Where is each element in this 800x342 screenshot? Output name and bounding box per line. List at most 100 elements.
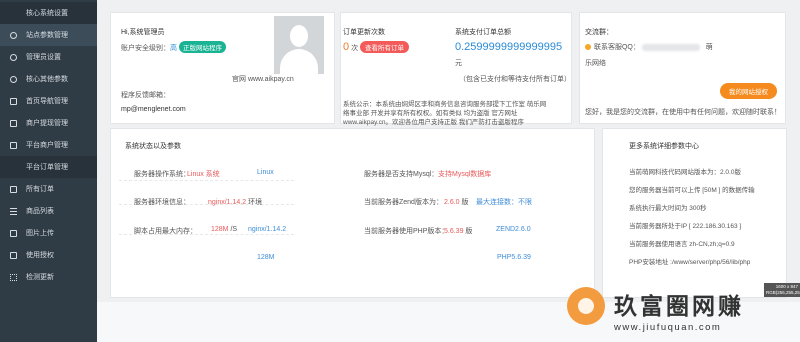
sidebar-item-label: 所有订单 (26, 186, 54, 193)
watermark-logo-icon (567, 287, 605, 325)
order-updates-label: 订单更新次数 (343, 29, 385, 36)
list-icon (9, 207, 17, 215)
sidebar-item-site-params[interactable]: 站点参数管理 (0, 24, 97, 46)
square-icon (9, 251, 17, 259)
detail-line: 您的服务器当前可以上传 [50M ] 的数据传输 (629, 187, 755, 194)
sidebar-item-all-orders[interactable]: 所有订单 (0, 178, 97, 200)
os-value: Linux 系统 (187, 171, 220, 178)
sidebar-item-core-settings[interactable]: 核心系统设置 (0, 2, 97, 24)
mysql-value: 支持Mysql数据库 (438, 171, 492, 178)
memory-value: 128M (211, 226, 229, 233)
security-row: 账户安全级别：高 正版网站程序 (121, 41, 226, 53)
circle-icon (9, 53, 17, 61)
sidebar-item-label: 使用授权 (26, 252, 54, 259)
view-all-orders-button[interactable]: 查看所有订单 (360, 41, 410, 53)
avatar (274, 16, 324, 74)
dots-icon (9, 273, 17, 281)
sidebar-item-withdraw[interactable]: 商户提现管理 (0, 112, 97, 134)
total-amount-note: （包含已支付和等待支付所有订单） (459, 76, 571, 83)
feedback-label: 程序反馈邮箱： (121, 92, 170, 99)
zend-label: 当前服务器Zend版本为： (364, 199, 443, 206)
watermark-url: www.jiufuquan.com (614, 322, 722, 333)
zend-value: 2.6.0 (444, 199, 460, 206)
detail-line: 系统执行最大时间为 300秒 (629, 205, 707, 212)
sidebar-item-label: 站点参数管理 (26, 32, 68, 39)
square-icon (9, 229, 17, 237)
memory-unit: /S (230, 226, 238, 233)
total-amount-label: 系统支付订单总额 (455, 29, 511, 36)
sidebar-item-label: 商户提现管理 (26, 120, 68, 127)
square-icon (9, 97, 17, 105)
admin-card: Hi,系统管理员 账户安全级别：高 正版网站程序 官网 www.aikpay.c… (110, 12, 335, 124)
sidebar-item-label: 检测更新 (26, 274, 54, 281)
detail-line: 当前萌网科技代码网站版本为：2.0.0版 (629, 169, 741, 176)
status-title: 系统状态以及参数 (125, 143, 181, 150)
circle-icon (9, 75, 17, 83)
qq-brand: 萌 (705, 44, 713, 51)
sidebar-item-check-update[interactable]: 检测更新 (0, 266, 97, 288)
sidebar-item-label: 平台商户管理 (26, 142, 68, 149)
sidebar-item-label: 图片上传 (26, 230, 54, 237)
env-unit: 环境 (248, 199, 263, 206)
sidebar-item-label: 商品列表 (26, 208, 54, 215)
watermark-title: 玖富圈网赚 (614, 294, 744, 320)
memory-summary: 128M (257, 254, 275, 261)
order-updates-value: 0 次 查看所有订单 (343, 41, 410, 53)
admin-greeting: Hi,系统管理员 (121, 29, 165, 36)
os-label: 服务器操作系统： (134, 171, 190, 178)
detail-line: PHP安装地址 :/www/server/php/56/lib/php (629, 259, 751, 266)
image-size-tag: 1600 x 847 RGB(255,255,255) (764, 283, 800, 297)
sidebar-item-admin-settings[interactable]: 管理员设置 (0, 46, 97, 68)
zend-unit: 版 (461, 199, 469, 206)
sidebar-item-label: 平台订单管理 (26, 164, 68, 171)
sidebar: 核心系统设置 站点参数管理 管理员设置 核心其他参数 首页导航管理 商户提现管理… (0, 0, 97, 342)
mysql-label: 服务器是否支持Mysql： (364, 171, 439, 178)
website-link[interactable]: 官网 www.aikpay.cn (232, 74, 294, 84)
memory-value-row: 128M /S (211, 226, 237, 233)
sidebar-item-license[interactable]: 使用授权 (0, 244, 97, 266)
system-status-panel: 系统状态以及参数 服务器操作系统： Linux 系统 Linux 服务器是否支持… (110, 128, 595, 298)
sidebar-item-core-other[interactable]: 核心其他参数 (0, 68, 97, 90)
order-updates-unit: 次 (351, 45, 359, 52)
feedback-email[interactable]: mp@menglenet.com (121, 106, 186, 113)
chat-welcome: 您好，我是您的交流群，在使用中有任何问题，欢迎随时联系！ (585, 109, 781, 116)
php-value: 5.6.39 (444, 228, 464, 235)
version-badge[interactable]: 正版网站程序 (178, 41, 226, 53)
announcement-line3: www.aikpay.cn。欢迎各位用户支持正版 我们严防打击盗版程序 (343, 119, 524, 126)
total-amount-value: 0.2599999999999995 (455, 41, 563, 53)
sidebar-item-label: 核心系统设置 (26, 10, 68, 17)
sidebar-item-home-nav[interactable]: 首页导航管理 (0, 90, 97, 112)
env-label: 服务器环境信息： (134, 199, 190, 206)
qq-row: 联系客服QQ： 萌 (585, 42, 713, 52)
security-label: 账户安全级别： (121, 45, 170, 52)
sidebar-item-label: 核心其他参数 (26, 76, 68, 83)
max-connections: 最大连接数：不限 (476, 199, 532, 206)
memory-label: 脚本占用最大内存： (134, 228, 197, 235)
php-value-row: 5.6.39 版 (444, 226, 472, 236)
square-icon (9, 185, 17, 193)
php-zend-extra: ZEND2.6.0 (496, 226, 531, 233)
qq-icon (585, 44, 591, 51)
watermark: 玖富圈网赚 www.jiufuquan.com 1600 x 847 RGB(2… (567, 283, 800, 342)
total-amount-unit: 元 (455, 60, 462, 67)
chat-title: 交流群： (585, 29, 613, 36)
order-updates-number: 0 (343, 41, 350, 53)
php-label: 当前服务器使用PHP版本： (364, 228, 449, 235)
sidebar-item-products[interactable]: 商品列表 (0, 200, 97, 222)
square-icon (9, 141, 17, 149)
env-value: nginx/1.14.2 (208, 199, 247, 206)
detail-line: 当前服务器使用语言 zh-CN,zh;q=0.9 (629, 241, 735, 248)
sidebar-item-label: 首页导航管理 (26, 98, 68, 105)
sidebar-item-order-mgmt[interactable]: 平台订单管理 (0, 156, 97, 178)
details-panel: 更多系统详细参数中心 当前萌网科技代码网站版本为：2.0.0版 您的服务器当前可… (602, 128, 787, 298)
sidebar-item-merchants[interactable]: 平台商户管理 (0, 134, 97, 156)
orders-card: 订单更新次数 0 次 查看所有订单 系统支付订单总额 0.25999999999… (340, 12, 572, 126)
sidebar-item-image-upload[interactable]: 图片上传 (0, 222, 97, 244)
my-license-button[interactable]: 我的网站授权 (720, 83, 777, 99)
memory-extra: nginx/1.14.2 (248, 226, 287, 233)
circle-icon (9, 31, 17, 39)
os-extra: Linux (257, 169, 274, 176)
php-unit: 版 (465, 228, 473, 235)
env-value-row: nginx/1.14.2 环境 (208, 197, 262, 207)
qq-label: 联系客服QQ： (593, 44, 640, 51)
